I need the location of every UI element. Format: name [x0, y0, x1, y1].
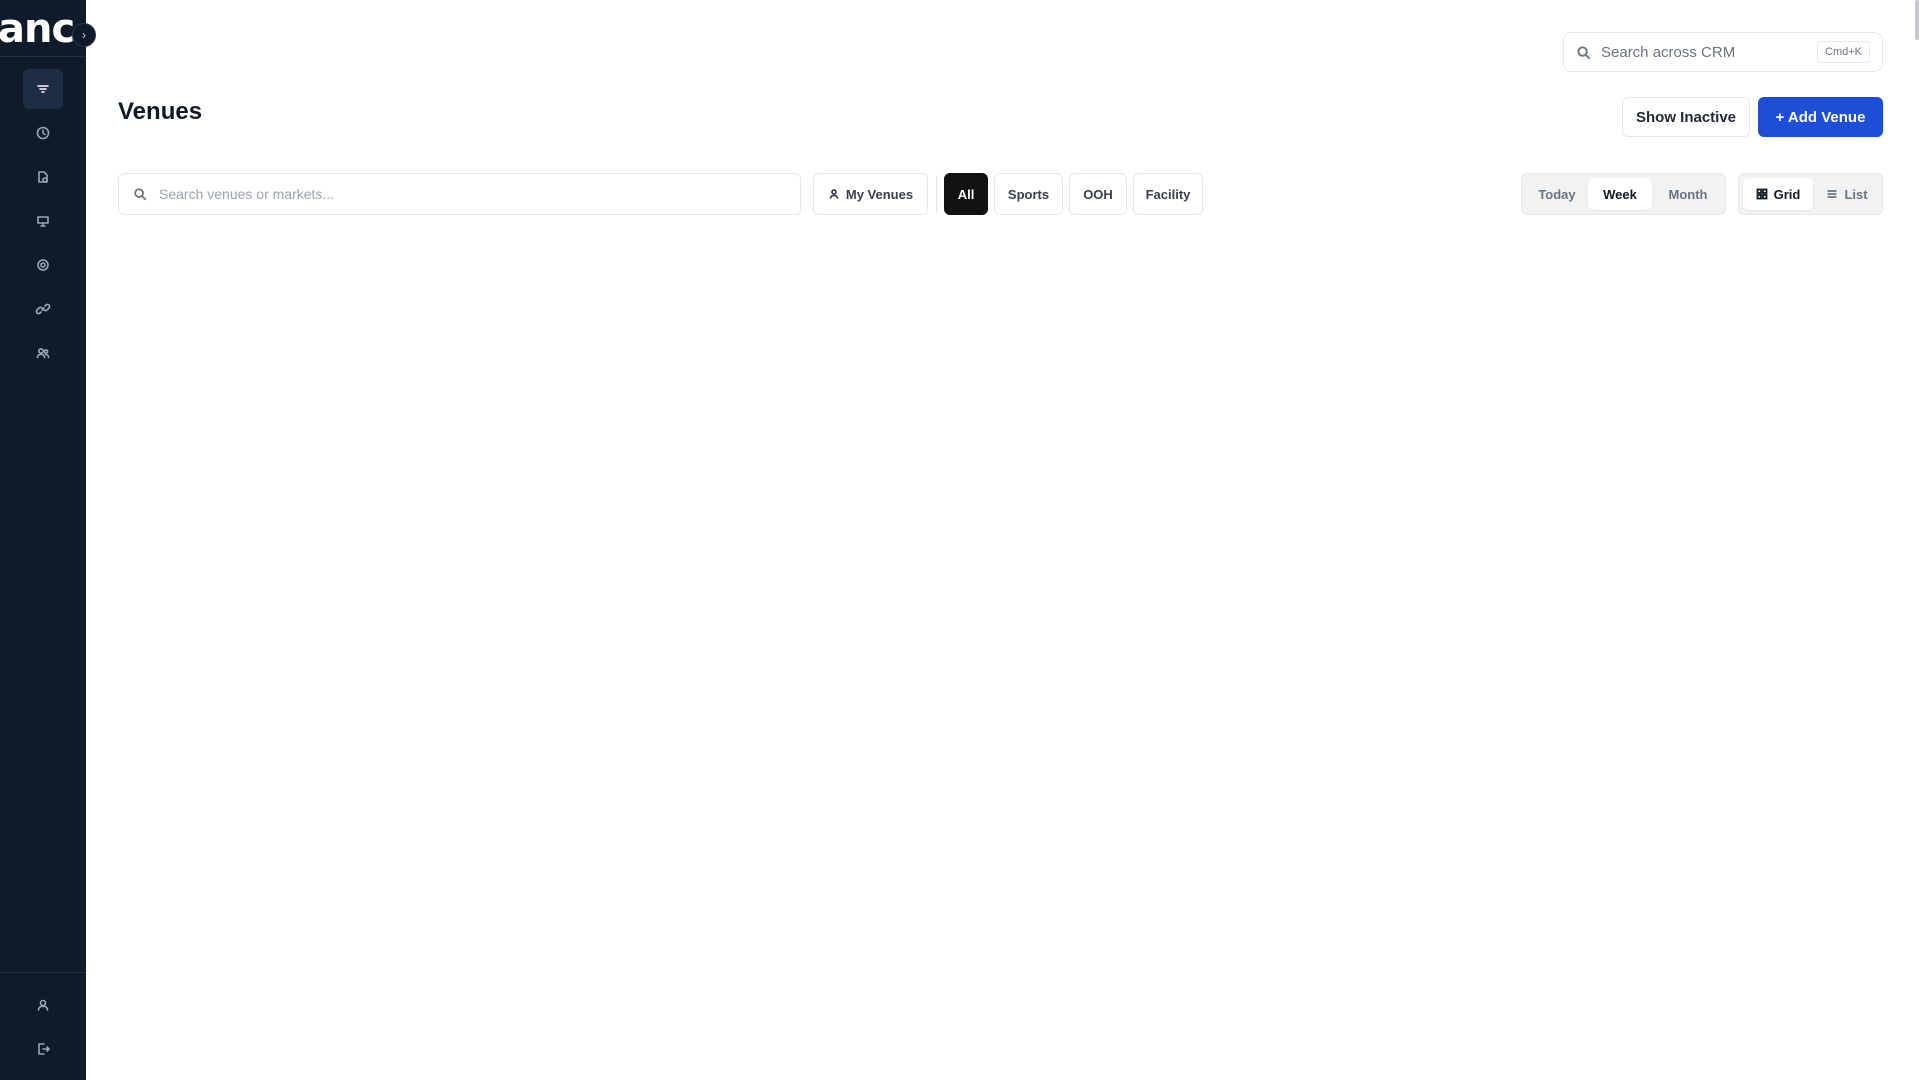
grid-icon: [1756, 188, 1768, 200]
view-mode-list[interactable]: List: [1816, 178, 1878, 210]
filter-divider: [936, 175, 937, 213]
filter-icon: [37, 85, 49, 93]
sidebar-item-settings[interactable]: [23, 245, 63, 285]
show-inactive-button[interactable]: Show Inactive: [1622, 97, 1750, 137]
category-chip-facility[interactable]: Facility: [1133, 173, 1203, 215]
logo-text: anc: [0, 8, 75, 50]
sidebar-item-activity[interactable]: [23, 113, 63, 153]
sidebar: anc: [0, 0, 86, 1080]
sidebar-item-documents[interactable]: [23, 157, 63, 197]
keyboard-shortcut-badge: Cmd+K: [1817, 41, 1870, 63]
link-icon: [35, 303, 51, 315]
sidebar-item-profile[interactable]: [23, 985, 63, 1025]
view-mode-toggle: Grid List: [1738, 173, 1883, 215]
search-icon: [1577, 45, 1591, 59]
list-icon: [1827, 190, 1837, 198]
view-mode-grid[interactable]: Grid: [1743, 178, 1813, 210]
time-range-toggle: Today Week Month: [1521, 173, 1726, 215]
venue-search-input[interactable]: [159, 186, 786, 202]
search-icon: [134, 188, 147, 201]
view-mode-list-label: List: [1844, 186, 1868, 202]
time-range-week[interactable]: Week: [1588, 178, 1652, 210]
users-icon: [36, 347, 50, 359]
category-chip-ooh[interactable]: OOH: [1069, 173, 1127, 215]
venue-search[interactable]: [118, 173, 801, 215]
gear-icon: [37, 259, 49, 271]
view-mode-grid-label: Grid: [1773, 186, 1801, 202]
sidebar-item-displays[interactable]: [23, 201, 63, 241]
category-chip-all[interactable]: All: [944, 173, 988, 215]
sidebar-divider-top: [0, 56, 86, 57]
sidebar-item-logout[interactable]: [23, 1029, 63, 1069]
sidebar-item-filters[interactable]: [23, 69, 63, 109]
chevron-right-icon: ›: [82, 28, 86, 42]
global-search[interactable]: Search across CRM Cmd+K: [1563, 32, 1883, 72]
time-range-today[interactable]: Today: [1528, 178, 1586, 210]
sidebar-item-team[interactable]: [23, 333, 63, 373]
user-icon: [37, 999, 49, 1011]
add-venue-button[interactable]: + Add Venue: [1758, 97, 1883, 137]
sidebar-collapse-toggle[interactable]: ›: [72, 23, 96, 47]
user-icon: [829, 189, 839, 199]
page-title: Venues: [118, 98, 203, 125]
monitor-icon: [37, 216, 49, 227]
global-search-placeholder: Search across CRM: [1601, 43, 1736, 61]
sidebar-item-integrations[interactable]: [23, 289, 63, 329]
clock-icon: [36, 126, 50, 140]
documents-icon: [38, 171, 48, 183]
category-chip-sports[interactable]: Sports: [994, 173, 1063, 215]
page-scrollbar[interactable]: [1914, 0, 1920, 1080]
sidebar-divider-bottom: [0, 972, 86, 973]
my-venues-label: My Venues: [845, 186, 914, 202]
logout-icon: [38, 1043, 50, 1055]
time-range-month[interactable]: Month: [1655, 178, 1721, 210]
scrollbar-thumb[interactable]: [1915, 0, 1919, 40]
my-venues-filter[interactable]: My Venues: [813, 173, 928, 215]
